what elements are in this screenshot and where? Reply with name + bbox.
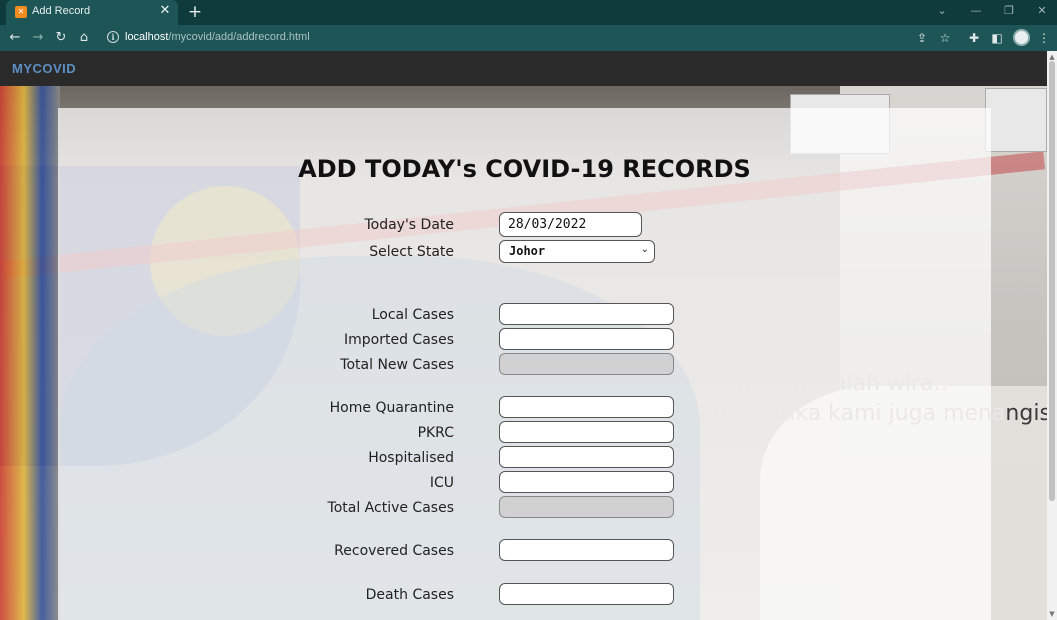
recovered-cases-label: Recovered Cases <box>334 543 454 559</box>
death-cases-input[interactable] <box>499 583 674 605</box>
total-active-cases-input <box>499 496 674 518</box>
death-cases-label: Death Cases <box>365 587 454 603</box>
air-conditioner-unit <box>985 88 1047 152</box>
browser-toolbar: ← → ↻ ⌂ i localhost/mycovid/add/addrecor… <box>0 25 1057 51</box>
xampp-icon: ✕ <box>15 6 27 18</box>
quote-line-2-dark: ngis” <box>1005 401 1047 426</box>
url-path: /mycovid/add/addrecord.html <box>168 31 310 43</box>
hospitalised-label: Hospitalised <box>368 450 454 466</box>
side-panel-icon[interactable]: ◧ <box>988 29 1006 47</box>
address-bar[interactable]: i localhost/mycovid/add/addrecord.html <box>101 28 961 48</box>
local-cases-label: Local Cases <box>371 307 454 323</box>
url-host: localhost <box>125 31 169 43</box>
url-text: localhost/mycovid/add/addrecord.html <box>125 31 310 43</box>
window-close-icon[interactable]: ✕ <box>1031 3 1053 19</box>
site-navbar: MYCOVID <box>0 51 1047 86</box>
total-active-cases-label: Total Active Cases <box>327 500 454 516</box>
scroll-up-icon[interactable]: ▲ <box>1048 53 1056 61</box>
bookmark-star-icon[interactable]: ☆ <box>936 29 954 47</box>
close-icon[interactable]: ✕ <box>158 4 172 18</box>
scrollbar-thumb[interactable] <box>1049 61 1055 501</box>
page-scrollbar[interactable]: ▲ ▼ <box>1047 51 1057 620</box>
date-label: Today's Date <box>364 217 454 233</box>
quote-line-2-light: Ada ketika kami juga mena <box>706 401 1006 426</box>
form-card: ADD TODAY's COVID-19 RECORDS Today's Dat… <box>58 108 991 620</box>
pkrc-label: PKRC <box>417 425 454 441</box>
local-cases-input[interactable] <box>499 303 674 325</box>
icu-input[interactable] <box>499 471 674 493</box>
state-select[interactable]: Johor ⌄ <box>499 240 655 263</box>
quote-line-2: Ada ketika kami juga menangis” <box>706 399 1047 429</box>
brand-logo[interactable]: MYCOVID <box>12 61 76 76</box>
home-quarantine-input[interactable] <box>499 396 674 418</box>
state-select-value: Johor <box>509 244 546 258</box>
total-new-cases-label: Total New Cases <box>340 357 454 373</box>
reload-icon[interactable]: ↻ <box>52 29 70 47</box>
profile-avatar[interactable] <box>1013 29 1030 46</box>
imported-cases-input[interactable] <box>499 328 674 350</box>
state-label: Select State <box>369 244 454 260</box>
new-tab-icon[interactable]: + <box>186 2 204 22</box>
forward-icon[interactable]: → <box>29 29 47 47</box>
date-value: 28/03/2022 <box>508 217 587 232</box>
tab-search-icon[interactable]: ⌄ <box>931 3 953 19</box>
restore-icon[interactable]: ❐ <box>998 3 1020 19</box>
home-quarantine-label: Home Quarantine <box>329 400 454 416</box>
back-icon[interactable]: ← <box>6 29 24 47</box>
browser-tab[interactable]: ✕ Add Record ✕ <box>6 0 178 25</box>
recovered-cases-input[interactable] <box>499 539 674 561</box>
menu-kebab-icon[interactable]: ⋮ <box>1035 29 1053 47</box>
scroll-down-icon[interactable]: ▼ <box>1048 610 1056 618</box>
icu-label: ICU <box>429 475 454 491</box>
quote-line-1: “Kami bukanlah wira.. <box>706 371 948 396</box>
total-new-cases-input <box>499 353 674 375</box>
mural-left-edge <box>0 86 60 620</box>
web-page: MYCOVID ADD TODAY's COVID-19 RECORDS Tod… <box>0 51 1047 620</box>
hospitalised-input[interactable] <box>499 446 674 468</box>
site-info-icon[interactable]: i <box>107 31 119 43</box>
date-input[interactable]: 28/03/2022 <box>499 212 642 237</box>
home-icon[interactable]: ⌂ <box>75 29 93 47</box>
chevron-down-icon: ⌄ <box>640 244 649 255</box>
mural-quote: “Kami bukanlah wira.. Ada ketika kami ju… <box>706 369 1047 429</box>
minimize-icon[interactable]: — <box>965 3 987 19</box>
browser-tab-strip: ✕ Add Record ✕ + ⌄ — ❐ ✕ <box>0 0 1057 25</box>
pkrc-input[interactable] <box>499 421 674 443</box>
extensions-icon[interactable]: ✚ <box>965 29 983 47</box>
share-icon[interactable]: ⇪ <box>913 29 931 47</box>
page-title: ADD TODAY's COVID-19 RECORDS <box>298 155 751 183</box>
imported-cases-label: Imported Cases <box>344 332 454 348</box>
tab-title: Add Record <box>32 5 91 17</box>
